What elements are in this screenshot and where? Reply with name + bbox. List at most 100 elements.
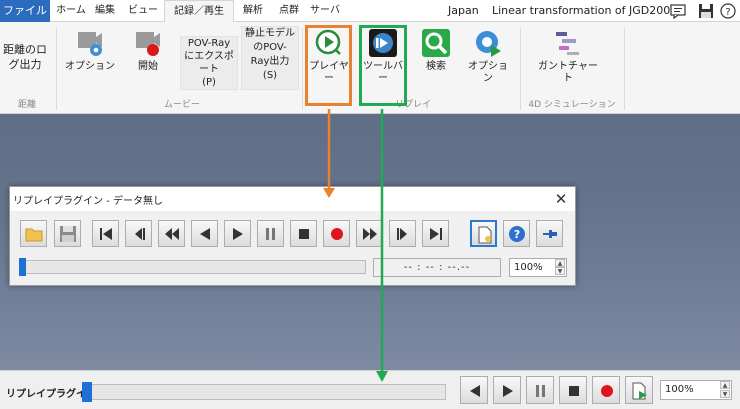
fast-forward-button[interactable] xyxy=(356,220,383,247)
toolbar-highlight-frame xyxy=(359,25,407,106)
movie-start-button[interactable]: 開始 xyxy=(124,28,172,73)
document-settings-button[interactable] xyxy=(470,220,497,247)
pause-icon xyxy=(266,228,275,240)
floppy-save-icon xyxy=(60,226,76,242)
document-icon xyxy=(478,226,492,244)
group-label-distance: 距離 xyxy=(17,100,36,110)
record-button[interactable] xyxy=(323,220,350,247)
dialog-title-bar[interactable]: リプレイプラグイン - データ無し ✕ xyxy=(10,187,575,211)
replay-search-button[interactable]: 検索 xyxy=(416,28,456,73)
dock-zoom-down-icon[interactable]: ▼ xyxy=(720,390,730,398)
fast-rewind-button[interactable] xyxy=(158,220,185,247)
group-label-movie: ムービー xyxy=(163,100,200,110)
povray-export-button[interactable]: POV-Ray にエクスポート (P) xyxy=(180,36,238,90)
static-model-povray-button[interactable]: 静止モデル のPOV- Ray出力 (S) xyxy=(241,26,299,90)
zoom-down-icon[interactable]: ▼ xyxy=(555,267,565,275)
dock-zoom-value: 100% xyxy=(665,384,694,395)
tab-server[interactable]: サーバ xyxy=(308,0,342,22)
zoom-up-icon[interactable]: ▲ xyxy=(555,259,565,267)
static-model-line2: のPOV- xyxy=(253,42,287,53)
play-button[interactable] xyxy=(224,220,251,247)
replay-option-label: オプション xyxy=(468,61,508,84)
help-icon[interactable]: ? xyxy=(720,3,736,19)
dock-zoom-up-icon[interactable]: ▲ xyxy=(720,381,730,389)
tab-file[interactable]: ファイル xyxy=(0,0,50,22)
dialog-title: リプレイプラグイン - データ無し xyxy=(13,196,163,207)
movie-start-label: 開始 xyxy=(138,61,158,72)
step-forward-icon xyxy=(397,228,407,240)
skip-start-icon xyxy=(100,228,112,240)
record-icon xyxy=(601,385,613,397)
zoom-stepper[interactable]: 100% ▲ ▼ xyxy=(509,258,567,277)
stop-button[interactable] xyxy=(290,220,317,247)
ribbon-panel: 距離のログ出力 距離 オプション 開始 POV-Ray にエクスポート (P) … xyxy=(0,22,740,114)
reverse-play-icon xyxy=(470,385,480,397)
step-back-icon xyxy=(135,228,145,240)
svg-text:?: ? xyxy=(514,228,520,241)
timeline-slider-thumb[interactable] xyxy=(19,258,26,276)
fast-rewind-icon xyxy=(165,228,179,240)
stop-icon xyxy=(299,229,309,239)
gantt-chart-label: ガントチャート xyxy=(538,61,598,84)
step-back-button[interactable] xyxy=(125,220,152,247)
dock-stop-button[interactable] xyxy=(559,376,587,404)
ribbon-separator xyxy=(56,28,57,110)
play-icon xyxy=(233,228,243,240)
player-highlight-frame xyxy=(305,25,352,106)
pin-icon xyxy=(543,230,557,238)
tab-edit[interactable]: 編集 xyxy=(88,0,122,22)
distance-log-output-button[interactable]: 距離のログ出力 xyxy=(3,42,49,72)
search-icon xyxy=(422,29,450,57)
step-forward-button[interactable] xyxy=(389,220,416,247)
ribbon-tab-bar: ファイル ホーム 編集 ビュー 記録／再生 解析 点群 サーバ Japan Li… xyxy=(0,0,740,23)
dock-timeline-slider-thumb[interactable] xyxy=(82,382,92,402)
close-icon[interactable]: ✕ xyxy=(551,189,571,209)
save-icon[interactable] xyxy=(698,3,714,19)
replay-search-label: 検索 xyxy=(426,61,446,72)
crs-label: Linear transformation of JGD2000 xyxy=(492,4,678,17)
record-icon xyxy=(331,228,343,240)
gear-play-icon xyxy=(476,31,501,57)
povray-export-line3: (P) xyxy=(202,77,216,88)
dock-zoom-stepper[interactable]: 100% ▲ ▼ xyxy=(660,380,732,400)
timeline-slider[interactable] xyxy=(19,260,366,274)
dock-play-button[interactable] xyxy=(493,376,521,404)
dock-record-button[interactable] xyxy=(592,376,620,404)
stop-icon xyxy=(569,386,579,396)
help-button[interactable]: ? xyxy=(503,220,530,247)
tab-home[interactable]: ホーム xyxy=(56,0,86,22)
play-icon xyxy=(503,385,513,397)
pin-button[interactable] xyxy=(536,220,563,247)
dock-reverse-play-button[interactable] xyxy=(460,376,488,404)
save-button[interactable] xyxy=(54,220,81,247)
dock-timeline-slider[interactable] xyxy=(82,384,446,400)
comment-icon[interactable] xyxy=(670,3,686,19)
movie-option-label: オプション xyxy=(65,61,115,72)
svg-text:?: ? xyxy=(725,7,730,18)
dock-document-play-button[interactable] xyxy=(625,376,653,404)
gantt-chart-button[interactable]: ガントチャート xyxy=(536,28,600,85)
reverse-play-icon xyxy=(200,228,210,240)
tab-analysis[interactable]: 解析 xyxy=(236,0,270,22)
tab-view[interactable]: ビュー xyxy=(124,0,162,22)
fast-forward-icon xyxy=(363,228,377,240)
docked-replay-toolbar: リプレイプラグイン 100% ▲ ▼ xyxy=(0,370,740,409)
tab-record-replay[interactable]: 記録／再生 xyxy=(164,0,234,23)
povray-export-line1: POV-Ray xyxy=(187,38,231,49)
movie-option-button[interactable]: オプション xyxy=(62,28,118,73)
reverse-play-button[interactable] xyxy=(191,220,218,247)
dock-pause-button[interactable] xyxy=(526,376,554,404)
time-display: -- : -- : --.-- xyxy=(373,258,501,277)
help-circle-icon: ? xyxy=(509,226,525,242)
movie-gear-icon xyxy=(78,32,102,56)
static-model-line4: (S) xyxy=(262,70,278,81)
replay-option-button[interactable]: オプション xyxy=(464,28,512,85)
go-to-start-button[interactable] xyxy=(92,220,119,247)
go-to-end-button[interactable] xyxy=(422,220,449,247)
static-model-line3: Ray出力 xyxy=(250,56,290,67)
open-folder-button[interactable] xyxy=(20,220,47,247)
replay-plugin-dialog: リプレイプラグイン - データ無し ✕ ? --: --: --.-- 10… xyxy=(9,186,576,286)
tab-pointcloud[interactable]: 点群 xyxy=(272,0,306,22)
povray-export-line2: にエクスポート xyxy=(184,51,234,75)
pause-button[interactable] xyxy=(257,220,284,247)
